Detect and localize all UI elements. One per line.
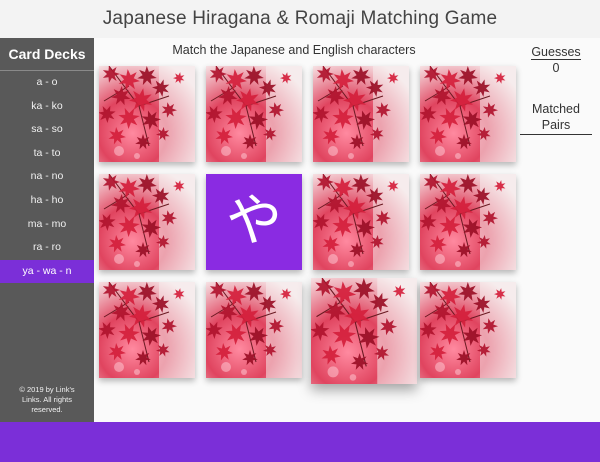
deck-item-sa-so[interactable]: sa - so (0, 118, 94, 142)
card-face-down[interactable] (420, 174, 516, 270)
deck-item-ra-ro[interactable]: ra - ro (0, 236, 94, 260)
deck-item-na-no[interactable]: na - no (0, 165, 94, 189)
guesses-value: 0 (552, 61, 560, 75)
maple-leaves-image (420, 282, 516, 378)
card-glyph: や (226, 189, 282, 254)
deck-item-ma-mo[interactable]: ma - mo (0, 213, 94, 237)
card-face-down[interactable] (206, 282, 302, 378)
card-face-down[interactable] (99, 66, 195, 162)
maple-leaves-image (206, 66, 302, 162)
card-face-down[interactable] (420, 282, 516, 378)
maple-leaves-image (311, 278, 417, 384)
sidebar-title: Card Decks (0, 38, 94, 71)
stats-panel: Guesses 0 Matched Pairs (520, 43, 592, 135)
card-face-down[interactable] (420, 66, 516, 162)
card-face-down[interactable] (313, 66, 409, 162)
card-face-down[interactable] (313, 174, 409, 270)
copyright-note: © 2019 by Link's Links. All rights reser… (19, 385, 75, 414)
card-face-up[interactable]: や (206, 174, 302, 270)
maple-leaves-image (206, 282, 302, 378)
maple-leaves-image (99, 174, 195, 270)
maple-leaves-image (313, 66, 409, 162)
deck-item-ta-to[interactable]: ta - to (0, 142, 94, 166)
card-face-down[interactable] (99, 174, 195, 270)
deck-list: a - o ka - ko sa - so ta - to na - no ha… (0, 71, 94, 284)
deck-item-ya-wa-n[interactable]: ya - wa - n (0, 259, 94, 284)
game-board: Match the Japanese and English character… (94, 38, 600, 422)
card-face-down[interactable] (206, 66, 302, 162)
maple-leaves-image (313, 174, 409, 270)
deck-item-ha-ho[interactable]: ha - ho (0, 189, 94, 213)
sidebar: Card Decks a - o ka - ko sa - so ta - to… (0, 38, 94, 422)
maple-leaves-image (99, 66, 195, 162)
page-title: Japanese Hiragana & Romaji Matching Game (0, 0, 600, 38)
card-face-down[interactable] (99, 282, 195, 378)
maple-leaves-image (99, 282, 195, 378)
bottom-bar (0, 422, 600, 462)
card-face-down[interactable] (311, 278, 417, 384)
maple-leaves-image (420, 66, 516, 162)
guesses-label: Guesses (531, 45, 581, 60)
instruction-text: Match the Japanese and English character… (172, 43, 416, 57)
deck-item-a-o[interactable]: a - o (0, 71, 94, 95)
matched-pairs-label: Matched Pairs (520, 101, 592, 135)
maple-leaves-image (420, 174, 516, 270)
deck-item-ka-ko[interactable]: ka - ko (0, 95, 94, 119)
